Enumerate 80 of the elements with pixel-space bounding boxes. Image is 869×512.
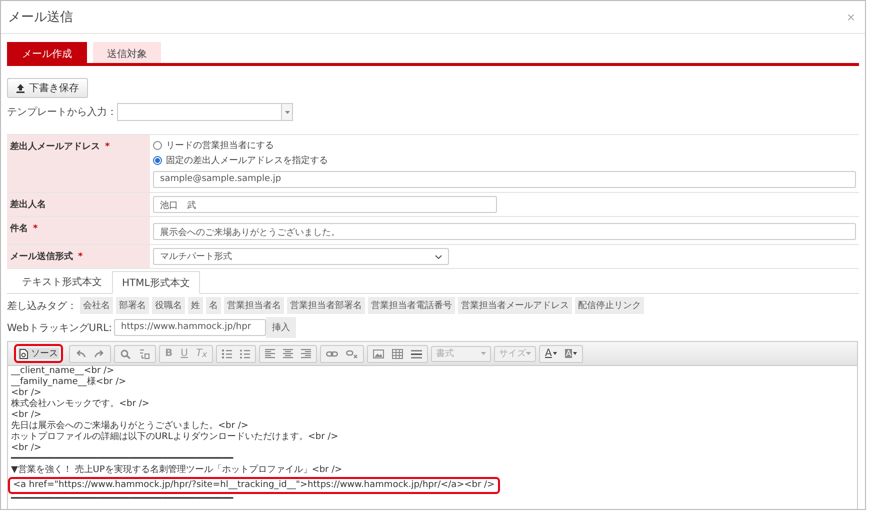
field-label: 件名 * [7,217,150,244]
tab[interactable]: テキスト形式本文 [12,271,112,293]
horizontal-line-icon [411,348,422,358]
code-line: ホットプロファイルの詳細は以下のURLよりダウンロードいただけます。<br /> [11,432,340,443]
align-left-button[interactable] [262,346,278,360]
select-field[interactable]: マルチパート形式 [153,248,449,265]
radio-label: リードの営業担当者にする [166,140,274,152]
caret-icon [573,352,578,355]
merge-tag-button[interactable]: 営業担当者名 [224,297,284,314]
input-field[interactable]: sample@sample.sample.jp [153,171,856,188]
bulleted-list-icon [240,348,250,358]
merge-tag-button[interactable]: 部署名 [116,297,149,314]
radio-button[interactable] [153,156,162,165]
field-label: メール送信形式 * [7,245,150,268]
table-icon [392,348,403,358]
code-line: ━━━━━━━━━━━━━━━━━━━━━━━━━━━━━━━━━━━━━━━━━ [11,494,234,505]
numbered-list-button[interactable] [219,346,235,360]
tab[interactable]: メール作成 [7,42,87,63]
merge-tag-button[interactable]: 姓 [188,297,203,314]
code-line: ━━━━━━━━━━━━━━━━━━━━━━━━━━━━━━━━━━━━━━━━━ [11,454,234,464]
merge-tag-button[interactable]: 役職名 [152,297,185,314]
code-line: 先日は展示会へのご来場ありがとうございました。<br /> [11,421,250,431]
required-mark: * [33,224,38,234]
search-icon [120,348,131,358]
source-button[interactable]: ソース [14,344,63,363]
image-icon [373,348,384,358]
tab[interactable]: HTML形式本文 [112,271,200,294]
merge-tag-button[interactable]: 営業担当者電話番号 [368,297,455,314]
merge-tag-button[interactable]: 配信停止リンク [575,297,644,314]
url-field[interactable]: https://www.hammock.jp/hpr [114,319,266,336]
merge-tag-button[interactable]: 名 [206,297,221,314]
numbered-list-icon [222,348,232,358]
radio-button[interactable] [153,141,162,150]
caret-icon [526,352,531,355]
merge-tag-button[interactable]: 営業担当者メールアドレス [458,297,572,314]
tracking-url-label: WebトラッキングURL: [7,322,112,334]
template-label: テンプレートから入力： [7,106,117,119]
code-line: ▼営業を強く！ 売上UPを実現する名刺管理ツール「ホットプロファイル」<br /> [11,465,344,476]
redo-icon [94,348,105,358]
caret-icon [552,352,557,355]
text-color-button[interactable]: A [542,346,560,360]
link-icon [326,348,338,358]
align-center-icon [283,348,293,358]
code-line: <br /> [11,388,42,398]
field-label: 差出人メールアドレス * [7,135,150,192]
input-field[interactable]: 池口 武 [153,196,497,213]
required-mark: * [78,252,83,262]
window-title: メール送信 [8,9,73,26]
save-draft-button[interactable]: 下書き保存 [7,78,88,98]
undo-icon [75,348,86,358]
merge-tag-button[interactable]: 会社名 [80,297,113,314]
input-field[interactable]: 展示会へのご来場ありがとうございました。 [153,223,856,240]
bulleted-list-button[interactable] [237,346,253,360]
code-line: <br /> [11,443,42,454]
code-line: __client_name__<br /> [11,366,116,376]
radio-label: 固定の差出人メールアドレスを指定する [166,154,328,167]
align-left-icon [265,348,275,358]
required-mark: * [105,142,110,152]
insert-button[interactable]: 挿入 [266,317,296,338]
caret-icon [481,352,486,355]
caret-icon [284,110,290,114]
upload-icon [16,84,25,92]
code-line: 株式会社ハンモックです。<br /> [11,399,150,410]
align-right-button[interactable] [298,346,314,360]
template-select[interactable] [117,103,293,121]
background-color-button[interactable]: A [562,346,580,360]
replace-icon [139,348,150,358]
merge-tag-button[interactable]: 営業担当者部署名 [287,297,365,314]
chevron-down-icon [435,254,442,258]
merge-tags-label: 差し込みタグ： [7,300,77,312]
align-right-icon [301,348,311,358]
align-center-button[interactable] [280,346,296,360]
code-line: __family_name__様<br /> [11,377,128,388]
tab[interactable]: 送信対象 [93,42,161,63]
unlink-icon [346,348,358,358]
code-line: <br /> [11,410,42,420]
table-button[interactable] [389,346,406,360]
document-icon [19,348,28,358]
field-label: 差出人名 [7,193,150,216]
image-button[interactable] [370,346,387,360]
